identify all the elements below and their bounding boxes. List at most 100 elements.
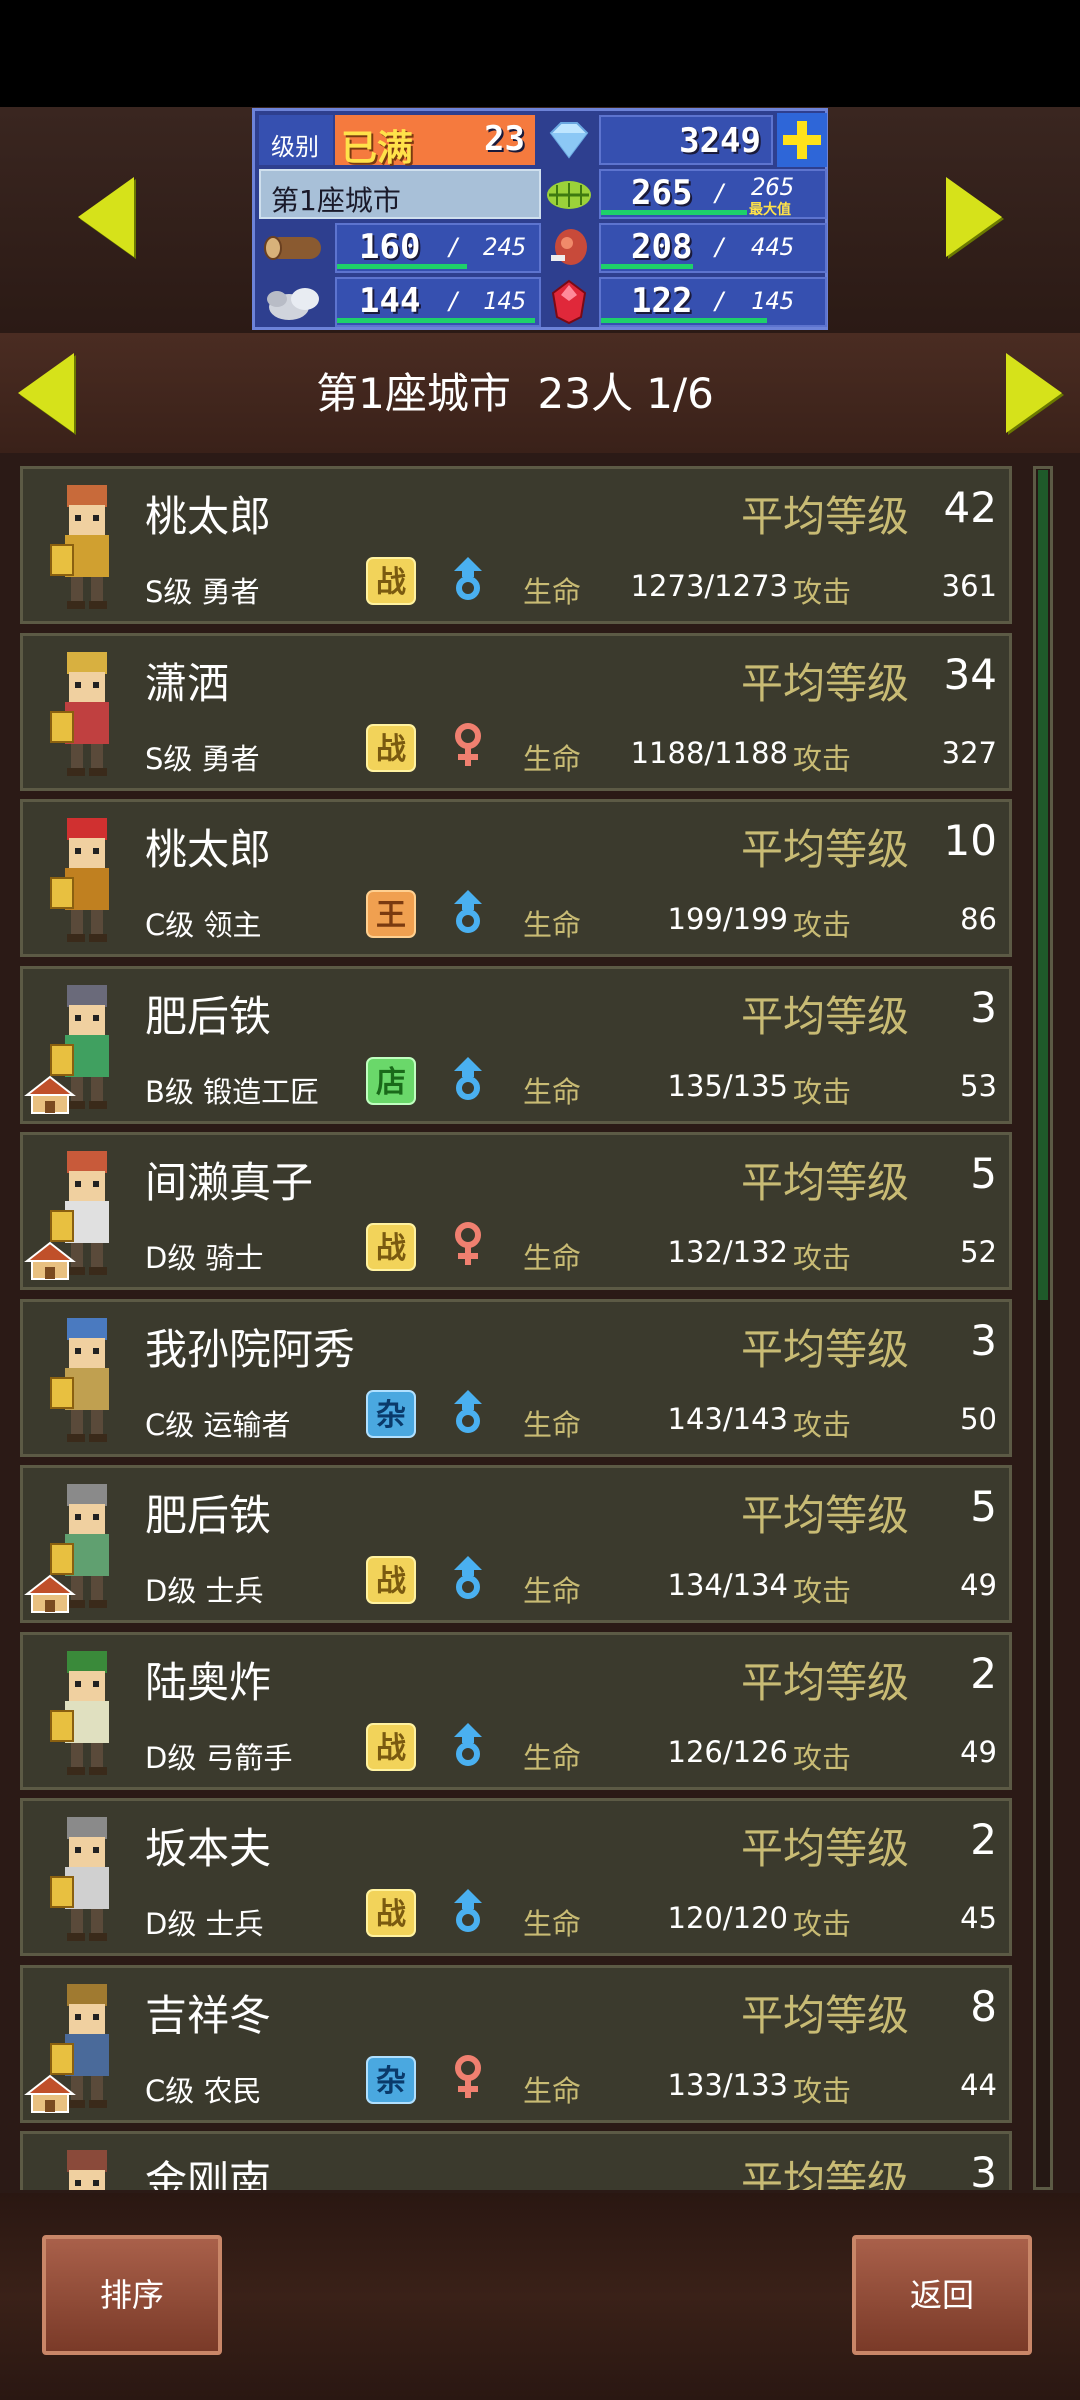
- male-icon: [454, 1889, 482, 1932]
- level-status: 已满: [341, 128, 414, 169]
- character-name: 陆奥炸: [145, 1657, 272, 1707]
- job-badge-icon: 战: [366, 557, 416, 605]
- character-attack: 327: [941, 735, 997, 770]
- back-button[interactable]: 返回: [852, 2235, 1032, 2355]
- house-icon: [24, 1241, 76, 1280]
- female-icon: [455, 1222, 481, 1265]
- character-card[interactable]: 桃太郎 平均等级 42 S级 勇者 战 生命 1273/1273 攻击 361: [20, 466, 1012, 624]
- character-card[interactable]: 肥后铁 平均等级 5 D级 士兵 战 生命 134/134 攻击 49: [20, 1465, 1012, 1623]
- female-icon: [455, 722, 481, 766]
- avg-level-label: 平均等级: [741, 1824, 910, 1873]
- character-hp: 1188/1188: [630, 735, 788, 770]
- job-badge-icon: 战: [366, 1889, 416, 1937]
- wood-bar: [337, 264, 467, 269]
- job-badge-icon: 杂: [366, 2055, 416, 2104]
- attack-label: 攻击: [793, 741, 852, 776]
- diamond-icon: [543, 115, 595, 165]
- character-attack: 52: [960, 1235, 997, 1269]
- stone-max: 145: [483, 287, 527, 315]
- house-icon: [24, 1574, 76, 1613]
- character-card[interactable]: 桃太郎 平均等级 10 C级 领主 王 生命 199/199 攻击 86: [20, 799, 1012, 957]
- resource-panel: 级别 已满 23 3249 第1座城市 265 / 265 最大值 160 / …: [252, 108, 828, 330]
- character-avatar-icon: [50, 1650, 109, 1775]
- character-hp: 133/133: [667, 2067, 788, 2102]
- character-card[interactable]: 间濑真子 平均等级 5 D级 骑士 战 生命 132/132 攻击 52: [20, 1132, 1012, 1290]
- avg-level-label: 平均等级: [741, 492, 910, 541]
- wood-box: 160 / 245: [335, 223, 541, 273]
- ruby-value: 122: [631, 281, 693, 321]
- city-name: 第1座城市: [271, 184, 401, 217]
- life-label: 生命: [523, 1574, 582, 1608]
- wood-icon: [259, 223, 333, 273]
- attack-label: 攻击: [793, 1907, 852, 1941]
- character-level: 2: [970, 1815, 997, 1864]
- character-name: 桃太郎: [145, 825, 272, 874]
- job-badge-icon: 杂: [366, 1389, 416, 1438]
- character-hp: 135/135: [667, 1068, 788, 1103]
- attack-label: 攻击: [793, 1740, 852, 1775]
- character-card[interactable]: 陆奥炸 平均等级 2 D级 弓箭手 战 生命 126/126 攻击 49: [20, 1631, 1012, 1790]
- life-label: 生命: [523, 575, 582, 609]
- character-card[interactable]: 吉祥冬 平均等级 8 C级 农民 杂 生命 133/133 攻击 44: [20, 1964, 1012, 2123]
- meat-icon: [543, 223, 595, 273]
- character-level: 3: [970, 2148, 997, 2190]
- life-label: 生命: [523, 1074, 582, 1109]
- add-gems-button[interactable]: [777, 113, 827, 167]
- character-class: S级 勇者: [145, 575, 260, 609]
- character-card[interactable]: 我孙院阿秀 平均等级 3 C级 运输者 杂 生命 143/143 攻击 50: [20, 1298, 1012, 1457]
- character-level: 10: [943, 816, 997, 865]
- character-class: B级 锻造工匠: [145, 1074, 320, 1109]
- character-name: 肥后铁: [145, 991, 272, 1041]
- character-hp: 126/126: [667, 1734, 788, 1769]
- character-hp: 1273/1273: [630, 569, 788, 603]
- stone-value: 144: [359, 281, 421, 321]
- character-hp: 143/143: [667, 1401, 788, 1436]
- character-class: D级 士兵: [145, 1574, 264, 1608]
- attack-label: 攻击: [793, 1574, 852, 1608]
- life-label: 生命: [523, 2073, 582, 2108]
- character-hp: 120/120: [667, 1901, 788, 1935]
- character-level: 3: [970, 1315, 997, 1365]
- next-city-arrow-icon[interactable]: [946, 177, 1002, 257]
- character-name: 间濑真子: [145, 1158, 314, 1207]
- character-card[interactable]: 潇洒 平均等级 34 S级 勇者 战 生命 1188/1188 攻击 327: [20, 632, 1012, 791]
- stone-box: 144 / 145: [335, 277, 541, 327]
- character-name: 金刚南: [145, 2157, 272, 2190]
- male-icon: [454, 1556, 482, 1599]
- house-icon: [24, 2074, 76, 2113]
- meat-box: 208 / 445: [599, 223, 827, 273]
- character-class: D级 士兵: [145, 1907, 264, 1941]
- character-attack: 50: [960, 1401, 997, 1436]
- ruby-bar: [601, 318, 767, 323]
- character-level: 3: [970, 982, 997, 1032]
- life-label: 生命: [523, 1740, 582, 1775]
- avg-level-label: 平均等级: [741, 1324, 910, 1374]
- gems-box: 3249: [599, 115, 773, 165]
- male-icon: [454, 1389, 482, 1433]
- scrollbar-thumb[interactable]: [1038, 470, 1048, 1300]
- bottom-bar: 排序 返回: [0, 2193, 1080, 2400]
- character-attack: 45: [960, 1901, 997, 1935]
- character-hp: 134/134: [667, 1568, 788, 1602]
- character-name: 我孙院阿秀: [145, 1324, 356, 1374]
- life-label: 生命: [523, 908, 582, 942]
- sort-button[interactable]: 排序: [42, 2235, 222, 2355]
- character-card[interactable]: 肥后铁 平均等级 3 B级 锻造工匠 店 生命 135/135 攻击 53: [20, 965, 1012, 1124]
- food-box: 265 / 265 最大值: [599, 169, 827, 219]
- male-icon: [454, 557, 482, 600]
- character-avatar-icon: [50, 1317, 109, 1442]
- character-name: 坂本夫: [145, 1824, 272, 1873]
- level-value: 23: [484, 119, 525, 159]
- life-label: 生命: [523, 1407, 582, 1442]
- avg-level-label: 平均等级: [741, 658, 910, 708]
- character-class: C级 运输者: [145, 1407, 291, 1442]
- house-icon: [24, 1075, 76, 1114]
- character-class: C级 领主: [145, 908, 262, 942]
- character-card[interactable]: 金刚南 平均等级 3: [20, 2131, 1012, 2190]
- male-icon: [454, 1056, 482, 1100]
- prev-city-arrow-icon[interactable]: [78, 177, 134, 257]
- attack-label: 攻击: [793, 2073, 852, 2108]
- character-card[interactable]: 坂本夫 平均等级 2 D级 士兵 战 生命 120/120 攻击 45: [20, 1798, 1012, 1956]
- character-class: D级 弓箭手: [145, 1740, 293, 1775]
- food-bar: [601, 210, 747, 215]
